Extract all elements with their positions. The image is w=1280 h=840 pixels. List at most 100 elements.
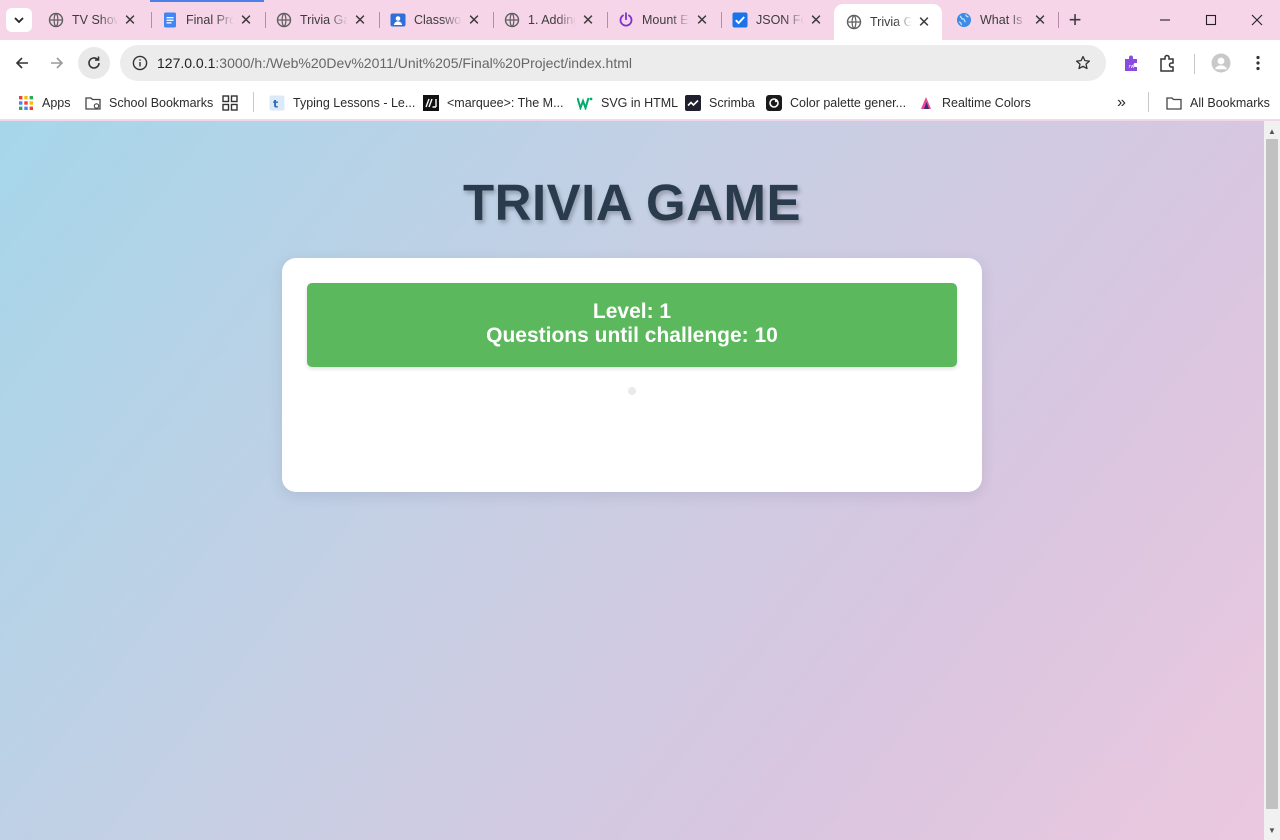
- browser-menu-button[interactable]: [1242, 47, 1274, 79]
- bookmark-marquee-mdn[interactable]: <marquee>: The M...: [423, 91, 564, 115]
- arrow-right-icon: [51, 57, 64, 69]
- globe-icon: [276, 12, 292, 28]
- status-panel: Level: 1 Questions until challenge: 10: [307, 283, 957, 367]
- back-button[interactable]: [6, 47, 38, 79]
- bookmark-scrimba[interactable]: Scrimba: [685, 91, 755, 115]
- tab-title: TV Shows: [72, 13, 118, 27]
- w3schools-icon: [577, 95, 593, 111]
- bookmark-apps[interactable]: Apps: [18, 91, 71, 115]
- tab-tv-shows[interactable]: TV Shows ✕: [36, 0, 148, 40]
- close-icon[interactable]: ✕: [916, 14, 932, 31]
- bookmark-label: All Bookmarks: [1190, 96, 1270, 110]
- arrow-left-icon: [15, 57, 28, 69]
- svg-text:t: t: [273, 98, 278, 111]
- checkbox-icon: [732, 12, 748, 28]
- tab-final-project[interactable]: Final Project ✕: [150, 0, 264, 40]
- close-icon[interactable]: ✕: [580, 12, 596, 29]
- extension-button[interactable]: rw: [1116, 47, 1148, 79]
- bookmark-qr[interactable]: [222, 91, 246, 115]
- close-icon[interactable]: ✕: [352, 12, 368, 29]
- tab-search-button[interactable]: [6, 8, 32, 32]
- close-icon[interactable]: ✕: [694, 12, 710, 29]
- tab-title: Mount Everest: [642, 13, 690, 27]
- close-icon[interactable]: ✕: [238, 12, 254, 29]
- tab-divider: [1058, 12, 1059, 28]
- tab-trivia-game-active[interactable]: Trivia Game ✕: [834, 4, 942, 40]
- tab-mount-everest[interactable]: Mount Everest ✕: [606, 0, 720, 40]
- browser-toolbar: 127.0.0.1:3000/h:/Web%20Dev%2011/Unit%20…: [0, 40, 1280, 86]
- scrollbar-thumb[interactable]: [1266, 139, 1278, 809]
- puzzle-extension-icon: rw: [1125, 55, 1137, 71]
- url-host: 127.0.0.1: [157, 55, 216, 71]
- coolors-icon: [766, 95, 782, 111]
- bookmark-label: Color palette gener...: [790, 96, 907, 110]
- tab-title: Trivia Game: [870, 15, 912, 29]
- page-viewport: TRIVIA GAME Level: 1 Questions until cha…: [0, 121, 1264, 840]
- tab-title: 1. Adding: [528, 13, 576, 27]
- close-icon[interactable]: ✕: [122, 12, 138, 29]
- maximize-button[interactable]: [1188, 0, 1234, 40]
- all-bookmarks-button[interactable]: All Bookmarks: [1166, 91, 1270, 115]
- folder-icon: [1166, 95, 1182, 111]
- bookmark-label: School Bookmarks: [109, 96, 214, 110]
- tab-classwork[interactable]: Classwork ✕: [378, 0, 492, 40]
- page-title: TRIVIA GAME: [463, 174, 801, 231]
- tab-json-formatter[interactable]: JSON Formatter ✕: [720, 0, 834, 40]
- tab-title: Classwork: [414, 13, 462, 27]
- url-text[interactable]: 127.0.0.1:3000/h:/Web%20Dev%2011/Unit%20…: [157, 55, 632, 71]
- tab-title: Final Project: [186, 13, 234, 27]
- extensions-menu-button[interactable]: [1152, 47, 1184, 79]
- close-icon[interactable]: ✕: [466, 12, 482, 29]
- tab-trivia-game[interactable]: Trivia Game ✕: [264, 0, 378, 40]
- bookmarks-overflow-button[interactable]: »: [1117, 91, 1126, 115]
- mdn-icon: [423, 95, 439, 111]
- bookmarks-divider: [1148, 92, 1149, 112]
- google-classroom-icon: [390, 12, 406, 28]
- google-docs-icon: [162, 12, 178, 28]
- level-text: Level: 1: [592, 300, 672, 323]
- tab-what-is[interactable]: What Is ✕: [944, 0, 1058, 40]
- reload-button[interactable]: [78, 47, 110, 79]
- bookmark-label: SVG in HTML: [601, 96, 679, 110]
- close-icon[interactable]: ✕: [808, 12, 824, 29]
- puzzle-icon: [1160, 54, 1174, 72]
- bookmark-label: Realtime Colors: [942, 96, 1031, 110]
- new-tab-button[interactable]: +: [1063, 7, 1087, 32]
- chevron-down-icon: [14, 17, 24, 24]
- bookmarks-bar: Apps School Bookmarks t Typing Lessons -…: [0, 86, 1280, 120]
- close-window-button[interactable]: [1234, 0, 1280, 40]
- address-bar[interactable]: 127.0.0.1:3000/h:/Web%20Dev%2011/Unit%20…: [120, 45, 1106, 81]
- scroll-up-arrow-icon[interactable]: ▲: [1264, 123, 1280, 139]
- page-scrollbar[interactable]: ▲ ▼: [1264, 121, 1280, 840]
- tab-title: What Is: [980, 13, 1023, 27]
- svg-text:rw: rw: [1129, 64, 1135, 70]
- profile-button[interactable]: [1205, 47, 1237, 79]
- bookmark-label: Typing Lessons - Le...: [293, 96, 416, 110]
- game-card: Level: 1 Questions until challenge: 10: [282, 258, 982, 492]
- minimize-icon: [1160, 19, 1170, 21]
- tab-adding[interactable]: 1. Adding ✕: [492, 0, 606, 40]
- info-icon[interactable]: [128, 51, 152, 75]
- toolbar-divider: [1194, 54, 1195, 74]
- bookmark-typing-lessons[interactable]: t Typing Lessons - Le...: [269, 91, 415, 115]
- scroll-down-arrow-icon[interactable]: ▼: [1264, 822, 1280, 838]
- avatar-icon: [1211, 53, 1231, 73]
- bookmarks-divider: [253, 92, 254, 112]
- bookmark-color-palette[interactable]: Color palette gener...: [766, 91, 906, 115]
- bookmark-realtime-colors[interactable]: Realtime Colors: [918, 91, 1031, 115]
- bookmark-school-bookmarks[interactable]: School Bookmarks: [85, 91, 213, 115]
- close-icon[interactable]: ✕: [1032, 12, 1048, 29]
- tab-title: Trivia Game: [300, 13, 348, 27]
- apps-grid-icon: [18, 95, 34, 111]
- loading-dot: [628, 387, 636, 395]
- typing-icon: t: [269, 95, 285, 111]
- bookmark-star-icon[interactable]: [1072, 52, 1094, 74]
- folder-managed-icon: [85, 95, 101, 111]
- reload-icon: [88, 56, 100, 69]
- forward-button[interactable]: [41, 47, 73, 79]
- bookmark-svg-in-html[interactable]: SVG in HTML: [577, 91, 678, 115]
- tab-strip: TV Shows ✕ Final Project ✕ Trivia Game ✕…: [0, 0, 1280, 40]
- globe-icon: [504, 12, 520, 28]
- minimize-button[interactable]: [1142, 0, 1188, 40]
- globe-icon: [846, 14, 862, 30]
